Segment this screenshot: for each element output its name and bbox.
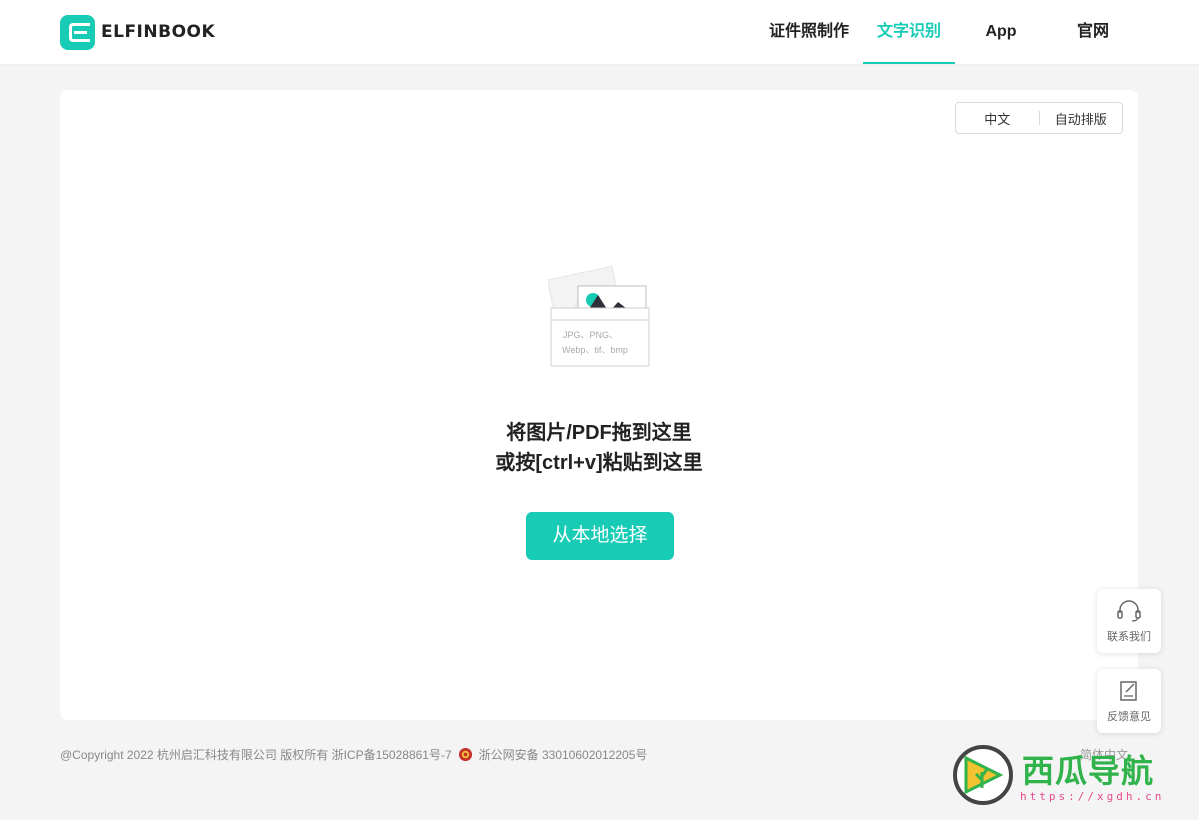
toggle-option-chinese[interactable]: 中文	[956, 109, 1039, 128]
police-record-link[interactable]: 浙公网安备 33010602012205号	[479, 746, 648, 763]
upload-card[interactable]: 中文 自动排版 JPG、PNG、 Webp、tif、bmp 将图片/PDF拖到这…	[60, 90, 1138, 720]
contact-us-button[interactable]: 联系我们	[1097, 589, 1161, 653]
watermark-title: 西瓜导航	[1022, 753, 1155, 789]
logo-icon	[60, 14, 95, 50]
logo[interactable]: ELFINBOOK	[60, 14, 215, 50]
toggle-option-auto-layout[interactable]: 自动排版	[1040, 109, 1123, 128]
paste-hint-title: 或按[ctrl+v]粘贴到这里	[495, 452, 703, 474]
nav-item-ocr[interactable]: 文字识别	[863, 0, 955, 64]
logo-text: ELFINBOOK	[101, 22, 216, 42]
nav-item-official-site[interactable]: 官网	[1062, 0, 1124, 64]
watermark-url: https://xgdh.cn	[1020, 790, 1165, 803]
footer: @Copyright 2022 杭州启汇科技有限公司 版权所有 浙ICP备150…	[60, 746, 647, 763]
drop-hint-title: 将图片/PDF拖到这里	[506, 422, 692, 444]
nav-item-app[interactable]: App	[970, 0, 1032, 64]
image-upload-illustration: JPG、PNG、 Webp、tif、bmp	[548, 265, 650, 367]
edit-note-icon	[1120, 681, 1137, 701]
copyright-text: @Copyright 2022 杭州启汇科技有限公司 版权所有 浙ICP备150…	[60, 748, 452, 762]
top-header: ELFINBOOK 证件照制作 文字识别 App 官网	[0, 0, 1199, 64]
feedback-label: 反馈意见	[1107, 711, 1151, 723]
feedback-button[interactable]: 反馈意见	[1097, 669, 1161, 733]
watermelon-logo-icon	[953, 745, 1013, 805]
formats-line1: JPG、PNG、	[563, 330, 618, 340]
headset-icon	[1117, 600, 1141, 622]
site-watermark: 西瓜导航 https://xgdh.cn	[952, 744, 1192, 810]
language-layout-toggle: 中文 自动排版	[955, 102, 1123, 134]
select-local-file-button[interactable]: 从本地选择	[526, 512, 674, 560]
formats-line2: Webp、tif、bmp	[562, 345, 628, 355]
police-badge-icon	[458, 747, 472, 762]
nav-item-id-photo[interactable]: 证件照制作	[768, 0, 850, 64]
contact-us-label: 联系我们	[1107, 631, 1151, 643]
